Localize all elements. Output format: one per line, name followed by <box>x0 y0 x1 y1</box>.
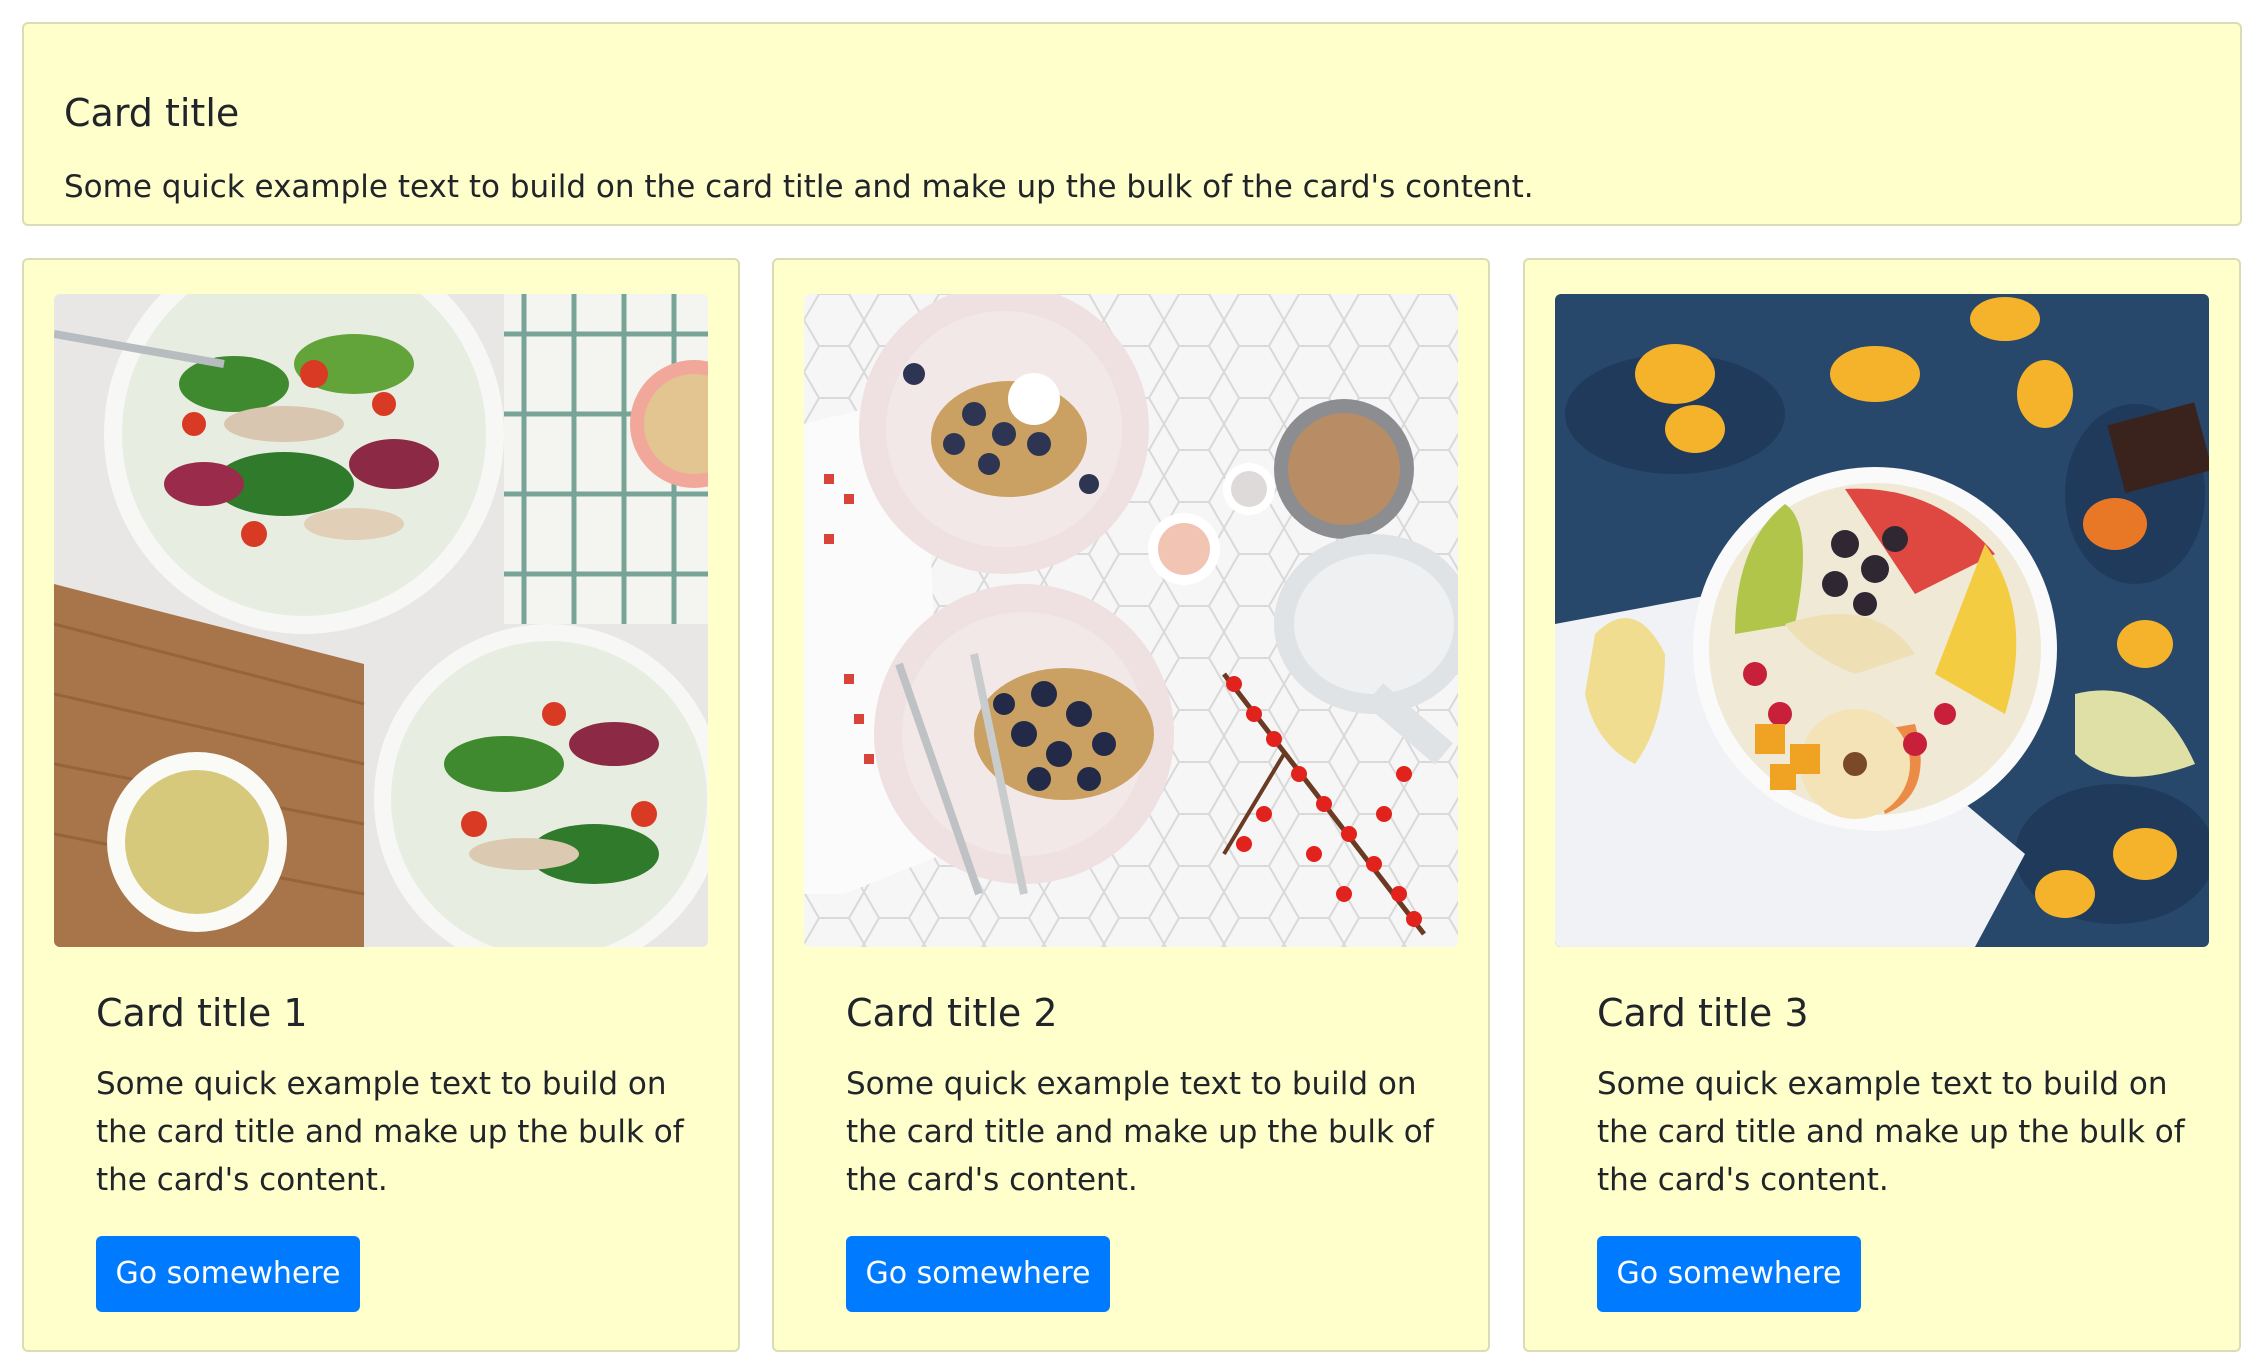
header-card-title: Card title <box>64 91 240 135</box>
card-3-title: Card title 3 <box>1597 991 1809 1035</box>
header-card: Card title Some quick example text to bu… <box>22 22 2242 226</box>
card-3-image <box>1555 294 2209 947</box>
card-1-title: Card title 1 <box>96 991 308 1035</box>
card-3-go-somewhere-button[interactable]: Go somewhere <box>1597 1236 1861 1312</box>
card-2-title: Card title 2 <box>846 991 1058 1035</box>
card-3-text: Some quick example text to build on the … <box>1597 1066 2185 1198</box>
card-2-go-somewhere-button[interactable]: Go somewhere <box>846 1236 1110 1312</box>
card-1-text: Some quick example text to build on the … <box>96 1066 684 1198</box>
card-1-image <box>54 294 708 947</box>
card-2-text: Some quick example text to build on the … <box>846 1066 1434 1198</box>
card-2: Card title 2 Some quick example text to … <box>772 258 1490 1352</box>
header-card-text: Some quick example text to build on the … <box>64 169 1534 205</box>
card-3: Card title 3 Some quick example text to … <box>1523 258 2241 1352</box>
card-2-image <box>804 294 1458 947</box>
card-1: Card title 1 Some quick example text to … <box>22 258 740 1352</box>
card-1-go-somewhere-button[interactable]: Go somewhere <box>96 1236 360 1312</box>
